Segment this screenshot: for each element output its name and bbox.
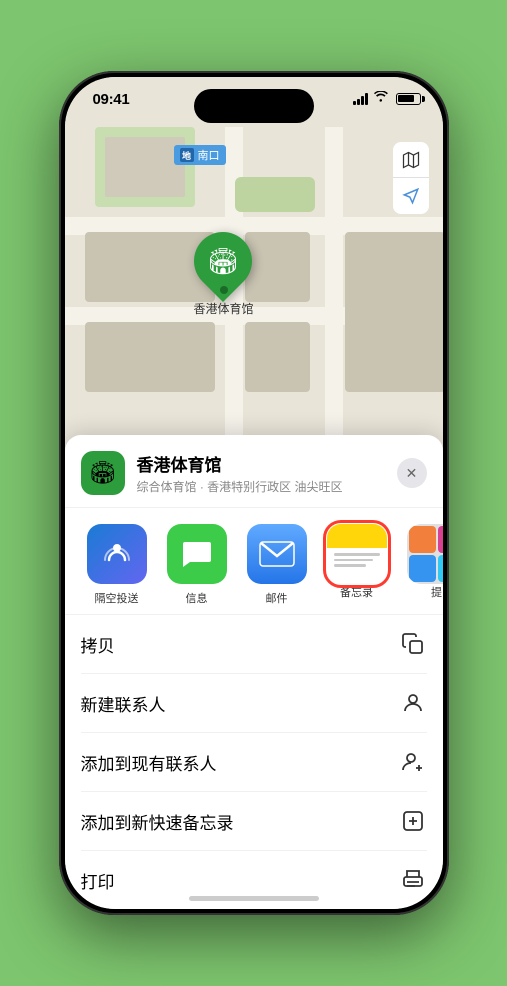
dynamic-island xyxy=(194,89,314,123)
share-more[interactable]: 提 xyxy=(397,524,443,600)
notes-label: 备忘录 xyxy=(340,584,373,600)
map-type-button[interactable] xyxy=(393,142,429,178)
wifi-icon xyxy=(374,91,390,106)
add-notes-label: 添加到新快速备忘录 xyxy=(81,809,234,834)
venue-name: 香港体育馆 xyxy=(137,451,397,476)
phone-screen: 09:41 xyxy=(65,77,443,909)
share-message[interactable]: 信息 xyxy=(157,524,237,606)
action-add-notes[interactable]: 添加到新快速备忘录 xyxy=(81,792,427,851)
map-controls xyxy=(393,142,429,214)
venue-map-icon: 🏟 xyxy=(89,460,117,486)
venue-info: 香港体育馆 综合体育馆 · 香港特别行政区 油尖旺区 xyxy=(137,451,397,495)
status-icons xyxy=(353,91,421,106)
new-contact-label: 新建联系人 xyxy=(81,691,166,716)
airdrop-label: 隔空投送 xyxy=(95,590,139,606)
metro-icon: 地 xyxy=(180,148,194,162)
print-label: 打印 xyxy=(81,868,115,893)
close-icon: ✕ xyxy=(406,465,418,482)
location-pin: 🏟 香港体育馆 xyxy=(194,232,254,317)
venue-icon: 🏟 xyxy=(81,451,125,495)
close-button[interactable]: ✕ xyxy=(397,458,427,488)
action-copy[interactable]: 拷贝 xyxy=(81,615,427,674)
home-indicator xyxy=(189,896,319,901)
venue-subtitle: 综合体育馆 · 香港特别行政区 油尖旺区 xyxy=(137,478,397,495)
sheet-header: 🏟 香港体育馆 综合体育馆 · 香港特别行政区 油尖旺区 ✕ xyxy=(65,435,443,508)
copy-icon xyxy=(399,630,427,658)
bottom-sheet: 🏟 香港体育馆 综合体育馆 · 香港特别行政区 油尖旺区 ✕ xyxy=(65,435,443,909)
add-notes-icon xyxy=(399,807,427,835)
add-existing-label: 添加到现有联系人 xyxy=(81,750,217,775)
map-area: 地 南口 xyxy=(65,77,443,497)
message-label: 信息 xyxy=(186,590,208,606)
new-contact-icon xyxy=(399,689,427,717)
share-notes[interactable]: 备忘录 xyxy=(317,524,397,600)
location-button[interactable] xyxy=(393,178,429,214)
share-mail[interactable]: 邮件 xyxy=(237,524,317,606)
action-list: 拷贝 新建联系人 xyxy=(65,615,443,909)
print-icon xyxy=(399,866,427,894)
phone-frame: 09:41 xyxy=(59,71,449,915)
signal-icon xyxy=(353,93,368,105)
battery-icon xyxy=(396,93,421,105)
pin-label: 香港体育馆 xyxy=(194,300,254,317)
status-time: 09:41 xyxy=(93,91,130,108)
mail-label: 邮件 xyxy=(266,590,288,606)
share-row: 隔空投送 信息 xyxy=(65,508,443,615)
copy-label: 拷贝 xyxy=(81,632,115,657)
action-add-existing[interactable]: 添加到现有联系人 xyxy=(81,733,427,792)
more-label: 提 xyxy=(431,584,442,600)
add-existing-icon xyxy=(399,748,427,776)
map-location-label: 地 南口 xyxy=(174,145,226,165)
action-new-contact[interactable]: 新建联系人 xyxy=(81,674,427,733)
share-airdrop[interactable]: 隔空投送 xyxy=(77,524,157,606)
